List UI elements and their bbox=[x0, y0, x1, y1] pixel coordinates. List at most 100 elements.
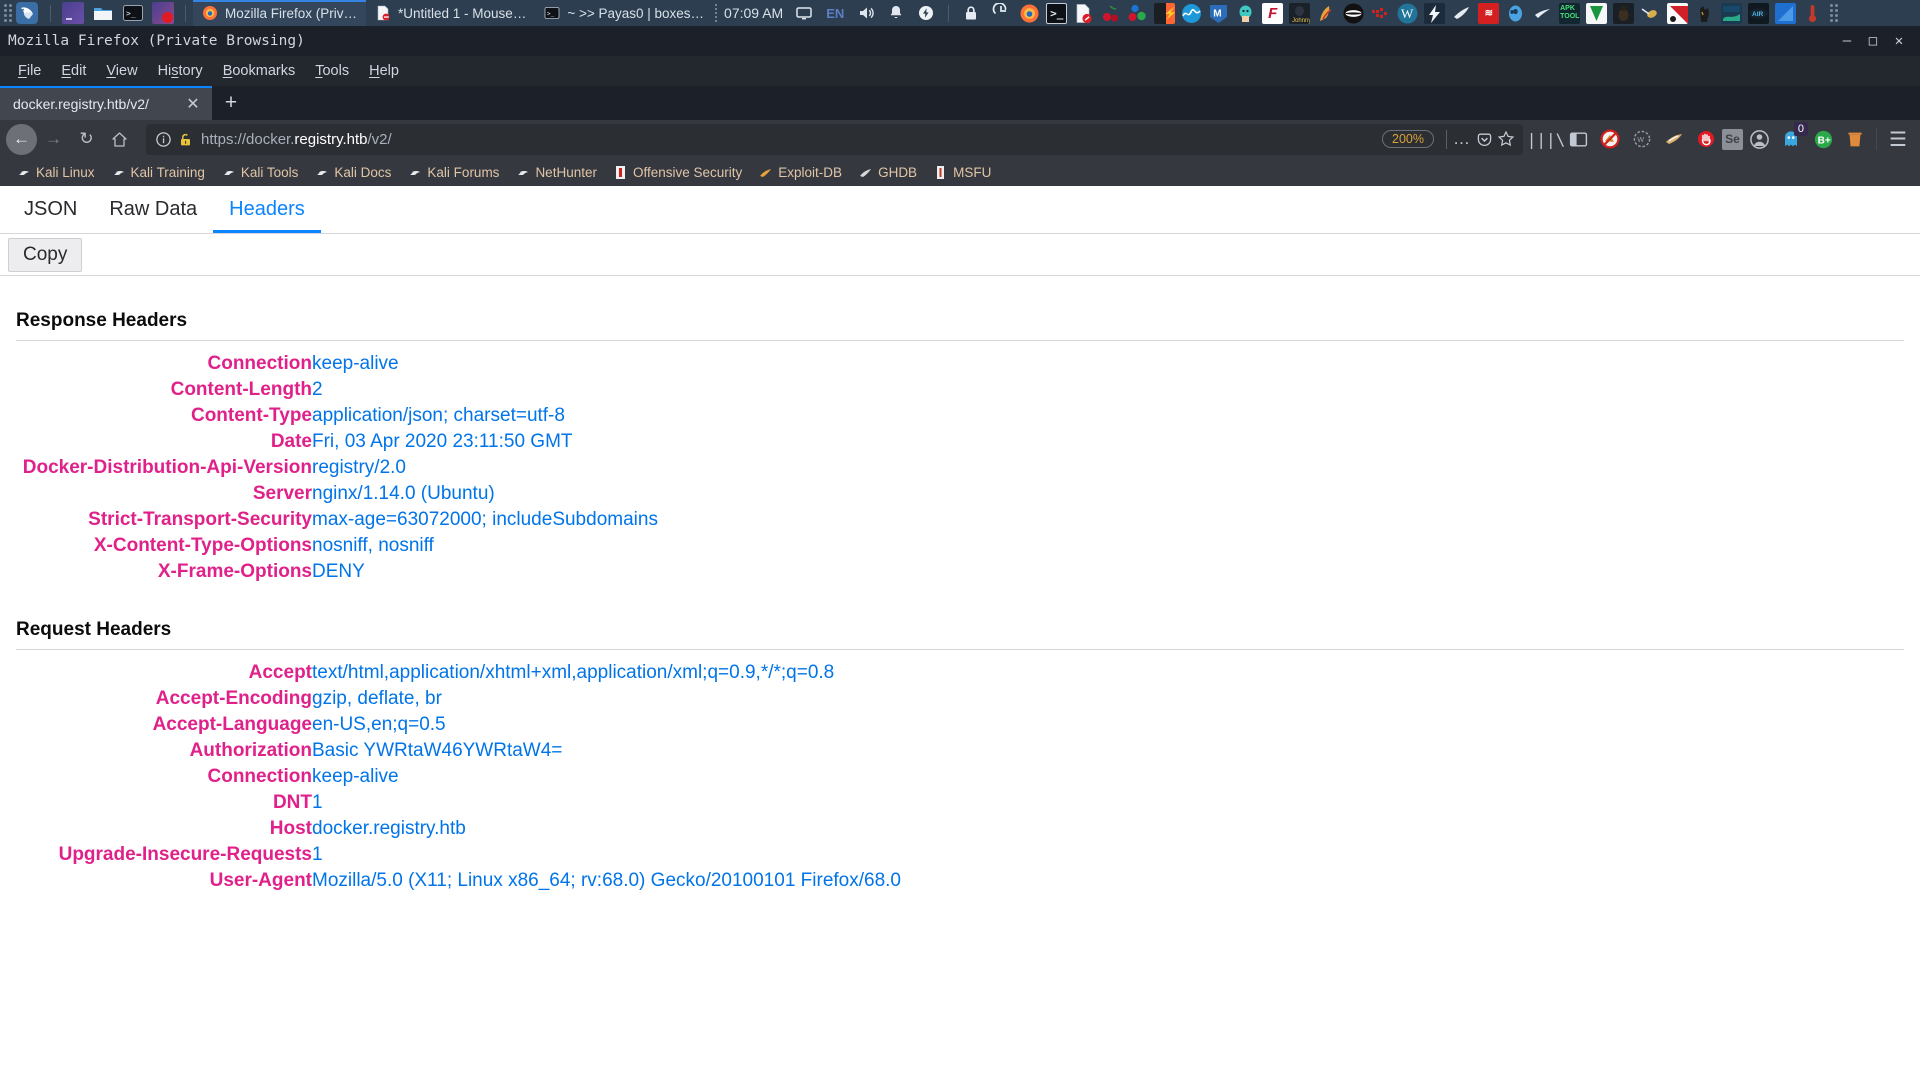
burpsuite-app-icon[interactable]: ⚡ bbox=[1154, 2, 1176, 24]
header-value[interactable]: Mozilla/5.0 (X11; Linux x86_64; rv:68.0)… bbox=[312, 868, 1904, 894]
armitage-app-icon[interactable] bbox=[1775, 2, 1797, 24]
new-tab-button[interactable]: + bbox=[212, 86, 250, 120]
terminal-emulator-launcher[interactable] bbox=[62, 2, 84, 24]
menu-tools[interactable]: Tools bbox=[305, 59, 359, 83]
firefox-app-icon[interactable] bbox=[1019, 3, 1040, 24]
beetle-app-icon[interactable] bbox=[1613, 2, 1635, 24]
maltego-app-icon[interactable] bbox=[1505, 2, 1527, 24]
zoom-level-indicator[interactable]: 200% bbox=[1382, 130, 1434, 148]
bookmark-exploit-db[interactable]: Exploit-DB bbox=[750, 163, 850, 182]
close-button[interactable]: ✕ bbox=[1886, 30, 1912, 52]
vim-app-icon[interactable] bbox=[1586, 2, 1608, 24]
faraday-app-icon[interactable]: F bbox=[1262, 2, 1284, 24]
header-value[interactable]: docker.registry.htb bbox=[312, 816, 1904, 842]
bookmark-kali-training[interactable]: Kali Training bbox=[103, 163, 213, 182]
airgeddon-app-icon[interactable]: AIR bbox=[1748, 2, 1770, 24]
drag-grip-icon[interactable] bbox=[3, 3, 13, 23]
menu-help[interactable]: Help bbox=[359, 59, 409, 83]
terminal-launcher[interactable]: >_ bbox=[122, 2, 144, 24]
hydra-app-icon[interactable] bbox=[1316, 2, 1338, 24]
menu-edit[interactable]: Edit bbox=[51, 59, 96, 83]
selenium-ide-extension-icon[interactable]: Se bbox=[1722, 128, 1743, 150]
maximize-button[interactable]: □ bbox=[1860, 30, 1886, 52]
header-value[interactable]: nosniff, nosniff bbox=[312, 533, 1904, 559]
bookmark-ghdb[interactable]: GHDB bbox=[850, 163, 925, 182]
header-value[interactable]: keep-alive bbox=[312, 764, 1904, 790]
app-menu-hamburger-icon[interactable]: ☰ bbox=[1882, 124, 1914, 154]
bookmark-star-icon[interactable] bbox=[1495, 128, 1517, 150]
notifications-bell-icon[interactable] bbox=[886, 3, 906, 23]
sqlninja-app-icon[interactable] bbox=[1451, 2, 1473, 24]
tab-json[interactable]: JSON bbox=[8, 186, 93, 233]
sidebar-icon[interactable] bbox=[1562, 124, 1594, 154]
url-address-bar[interactable]: https://docker.registry.htb/v2/ 200% … bbox=[146, 123, 1523, 155]
kali-dragon-logo[interactable] bbox=[15, 1, 39, 25]
forward-button[interactable]: → bbox=[37, 124, 70, 155]
header-value[interactable]: gzip, deflate, br bbox=[312, 686, 1904, 712]
library-icon[interactable]: |||\ bbox=[1527, 124, 1566, 154]
header-value[interactable]: text/html,application/xhtml+xml,applicat… bbox=[312, 660, 1904, 686]
close-icon[interactable]: ✕ bbox=[182, 93, 204, 115]
screen-recorder-launcher[interactable] bbox=[152, 2, 174, 24]
browser-tab-active[interactable]: docker.registry.htb/v2/ ✕ bbox=[0, 86, 212, 120]
header-value[interactable]: keep-alive bbox=[312, 351, 1904, 377]
header-value[interactable]: 2 bbox=[312, 377, 1904, 403]
header-value[interactable]: application/json; charset=utf-8 bbox=[312, 403, 1904, 429]
header-value[interactable]: Basic YWRtaW46YWRtaW4= bbox=[312, 738, 1904, 764]
johnny-app-icon[interactable]: Johnny bbox=[1289, 2, 1311, 24]
beef-app-icon[interactable] bbox=[1235, 2, 1257, 24]
broken-lock-warning-icon[interactable] bbox=[174, 128, 196, 150]
header-value[interactable]: nginx/1.14.0 (Ubuntu) bbox=[312, 481, 1904, 507]
noscript-extension-icon[interactable] bbox=[1594, 124, 1626, 154]
header-value[interactable]: registry/2.0 bbox=[312, 455, 1904, 481]
terminal-app-icon[interactable]: >_ bbox=[1046, 2, 1068, 24]
sparta-app-icon[interactable] bbox=[1721, 2, 1743, 24]
header-value[interactable]: 1 bbox=[312, 790, 1904, 816]
bloodhound-app-icon[interactable] bbox=[1127, 3, 1148, 24]
sqlmap-app-icon[interactable] bbox=[1370, 2, 1392, 24]
tab-headers[interactable]: Headers bbox=[213, 186, 321, 233]
bookmark-kali-docs[interactable]: Kali Docs bbox=[306, 163, 399, 182]
wordpress-wpscan-app-icon[interactable]: W bbox=[1397, 3, 1418, 24]
taskbar-window-mousepad[interactable]: *Untitled 1 - Mouse… bbox=[366, 0, 535, 26]
bookmark-kali-forums[interactable]: Kali Forums bbox=[399, 163, 507, 182]
bookmark-kali-linux[interactable]: Kali Linux bbox=[8, 163, 103, 182]
home-button[interactable] bbox=[103, 124, 136, 155]
keyboard-language-indicator[interactable]: EN bbox=[826, 6, 844, 21]
display-icon[interactable] bbox=[794, 3, 814, 23]
menu-view[interactable]: View bbox=[96, 59, 147, 83]
recon-ng-app-icon[interactable] bbox=[1532, 2, 1554, 24]
logout-icon[interactable] bbox=[991, 2, 1011, 23]
header-value[interactable]: Fri, 03 Apr 2020 23:11:50 GMT bbox=[312, 429, 1904, 455]
minimize-button[interactable]: – bbox=[1834, 30, 1860, 52]
foxyproxy-extension-icon[interactable] bbox=[1658, 124, 1690, 154]
menu-history[interactable]: History bbox=[148, 59, 213, 83]
bookmark-nethunter[interactable]: NetHunter bbox=[507, 163, 605, 182]
anonymous-app-icon[interactable] bbox=[1343, 3, 1364, 24]
header-value[interactable]: DENY bbox=[312, 559, 1904, 585]
taskbar-window-terminal[interactable]: >_ ~ >> Payas0 | boxes… bbox=[535, 0, 713, 26]
back-button[interactable]: ← bbox=[6, 123, 37, 155]
wappalyzer-extension-icon[interactable]: W bbox=[1626, 124, 1658, 154]
header-value[interactable]: en-US,en;q=0.5 bbox=[312, 712, 1904, 738]
file-manager-launcher[interactable] bbox=[92, 2, 114, 24]
cherrytree-app-icon[interactable] bbox=[1100, 3, 1121, 24]
lock-screen-icon[interactable] bbox=[961, 3, 981, 23]
reload-button[interactable]: ↻ bbox=[70, 124, 103, 155]
metasploit-app-icon[interactable]: M bbox=[1208, 3, 1229, 24]
taskbar-window-firefox[interactable]: Mozilla Firefox (Priv… bbox=[193, 0, 367, 26]
menu-file[interactable]: File bbox=[8, 59, 51, 83]
apktool-app-icon[interactable]: APK TOOL bbox=[1559, 2, 1581, 24]
copy-button[interactable]: Copy bbox=[8, 237, 83, 272]
clear-data-trash-icon[interactable] bbox=[1839, 124, 1871, 154]
header-value[interactable]: 1 bbox=[312, 842, 1904, 868]
dogpile-app-icon[interactable] bbox=[1694, 2, 1716, 24]
no-document-app-icon[interactable] bbox=[1073, 3, 1094, 24]
nmap-app-icon[interactable] bbox=[1667, 2, 1689, 24]
wasp-app-icon[interactable] bbox=[1640, 2, 1662, 24]
hacktools-extension-icon[interactable] bbox=[1690, 124, 1722, 154]
menu-bookmarks[interactable]: Bookmarks bbox=[213, 59, 306, 83]
page-actions-icon[interactable]: … bbox=[1451, 128, 1473, 150]
bookmark-kali-tools[interactable]: Kali Tools bbox=[213, 163, 307, 182]
info-circle-icon[interactable] bbox=[152, 128, 174, 150]
